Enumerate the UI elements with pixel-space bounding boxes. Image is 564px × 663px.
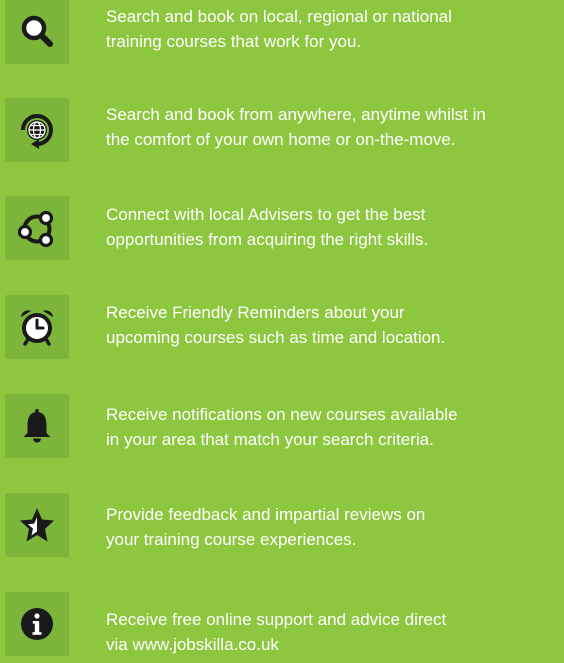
feature-description: Receive Friendly Reminders about your up… (106, 300, 564, 350)
feature-item-feedback-reviews: Provide feedback and impartial reviews o… (0, 493, 564, 565)
search-icon (21, 15, 53, 47)
feature-text-line: the comfort of your own home or on-the-m… (106, 130, 456, 149)
feature-icon-tile (5, 98, 69, 162)
feature-text-line: Provide feedback and impartial reviews o… (106, 505, 426, 524)
feature-icon-tile (5, 394, 69, 458)
feature-icon-tile (5, 493, 69, 557)
feature-icon-tile (5, 592, 69, 656)
feature-text-line: upcoming courses such as time and locati… (106, 328, 446, 347)
feature-text-line: Connect with local Advisers to get the b… (106, 205, 426, 224)
feature-item-anywhere-anytime: Search and book from anywhere, anytime w… (0, 98, 564, 170)
feature-item-online-support: Receive free online support and advice d… (0, 592, 564, 663)
feature-item-connect-advisers: Connect with local Advisers to get the b… (0, 196, 564, 268)
star-half-icon (20, 508, 54, 542)
feature-icon-tile (5, 196, 69, 260)
feature-description: Receive free online support and advice d… (106, 607, 564, 657)
feature-icon-tile (5, 0, 69, 64)
feature-text-line: opportunities from acquiring the right s… (106, 230, 429, 249)
globe-refresh-icon (21, 114, 53, 149)
feature-description: Receive notifications on new courses ava… (106, 402, 564, 452)
feature-text-line: via www.jobskilla.co.uk (106, 635, 279, 654)
bell-icon (23, 409, 51, 443)
feature-list-panel: Search and book on local, regional or na… (0, 0, 564, 663)
feature-item-notifications: Receive notifications on new courses ava… (0, 394, 564, 466)
connect-network-icon (17, 210, 54, 248)
feature-description: Search and book from anywhere, anytime w… (106, 102, 564, 152)
alarm-clock-icon (21, 310, 53, 346)
feature-text-line: training courses that work for you. (106, 32, 362, 51)
feature-text-line: Receive free online support and advice d… (106, 610, 447, 629)
feature-text-line: Receive Friendly Reminders about your (106, 303, 405, 322)
feature-description: Connect with local Advisers to get the b… (106, 202, 564, 252)
feature-text-line: Search and book from anywhere, anytime w… (106, 105, 486, 124)
info-icon (21, 608, 53, 640)
feature-text-line: your training course experiences. (106, 530, 357, 549)
feature-icon-tile (5, 295, 69, 359)
feature-item-search-and-book: Search and book on local, regional or na… (0, 0, 564, 72)
feature-item-friendly-reminders: Receive Friendly Reminders about your up… (0, 295, 564, 367)
feature-description: Search and book on local, regional or na… (106, 4, 564, 54)
feature-text-line: in your area that match your search crit… (106, 430, 434, 449)
feature-text-line: Receive notifications on new courses ava… (106, 405, 458, 424)
feature-description: Provide feedback and impartial reviews o… (106, 502, 564, 552)
feature-text-line: Search and book on local, regional or na… (106, 7, 452, 26)
